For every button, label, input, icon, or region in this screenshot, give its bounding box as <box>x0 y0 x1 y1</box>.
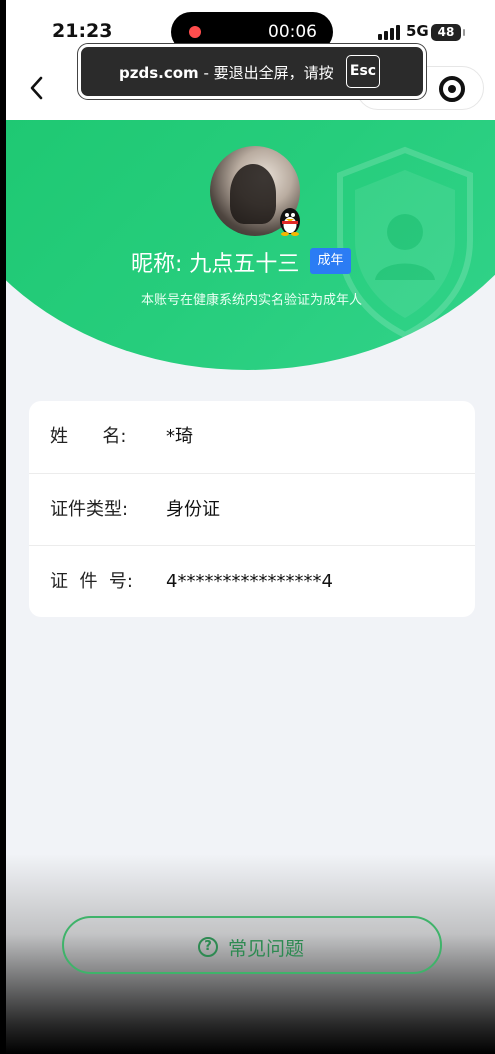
banner-message: - 要退出全屏，请按 <box>198 64 334 82</box>
recording-timer: 00:06 <box>268 22 317 42</box>
info-label: 姓 名: <box>50 426 127 447</box>
verification-note: 本账号在健康系统内实名验证为成年人 <box>140 293 362 308</box>
identity-info-card: 姓 名: *琦 证件类型: 身份证 证 件 号: 4**************… <box>29 401 475 617</box>
recording-dot-icon <box>189 26 201 38</box>
qq-penguin-icon <box>280 208 300 236</box>
profile-header: 昵称: 九点五十三 成年 本账号在健康系统内实名验证为成年人 <box>0 120 495 372</box>
status-time: 21:23 <box>52 20 113 42</box>
avatar-photo <box>230 164 276 224</box>
faq-button[interactable]: ? 常见问题 <box>62 916 442 974</box>
info-label: 证件类型: <box>50 499 129 520</box>
info-row-name: 姓 名: *琦 <box>29 401 475 473</box>
banner-text: pzds.com - 要退出全屏，请按 <box>119 62 334 83</box>
info-label: 证 件 号: <box>50 571 133 592</box>
info-row-id-number: 证 件 号: 4****************4 <box>29 545 475 618</box>
info-row-id-type: 证件类型: 身份证 <box>29 473 475 546</box>
info-value: 4****************4 <box>166 571 333 592</box>
nickname: 昵称: 九点五十三 <box>131 252 300 277</box>
target-icon[interactable] <box>439 76 465 102</box>
question-circle-icon: ? <box>198 937 218 957</box>
esc-key: Esc <box>346 55 380 88</box>
info-value: *琦 <box>166 426 193 447</box>
fullscreen-exit-banner: pzds.com - 要退出全屏，请按 Esc <box>78 44 426 99</box>
adult-badge: 成年 <box>310 248 351 274</box>
shield-user-icon <box>337 146 473 339</box>
chevron-left-icon[interactable] <box>26 74 48 102</box>
network-type: 5G <box>406 22 429 40</box>
faq-label: 常见问题 <box>228 938 305 960</box>
battery-icon: 48 <box>431 24 465 41</box>
banner-site: pzds.com <box>119 64 199 82</box>
screen-edge <box>0 0 6 1054</box>
signal-icon <box>378 24 402 40</box>
info-value: 身份证 <box>166 499 220 520</box>
